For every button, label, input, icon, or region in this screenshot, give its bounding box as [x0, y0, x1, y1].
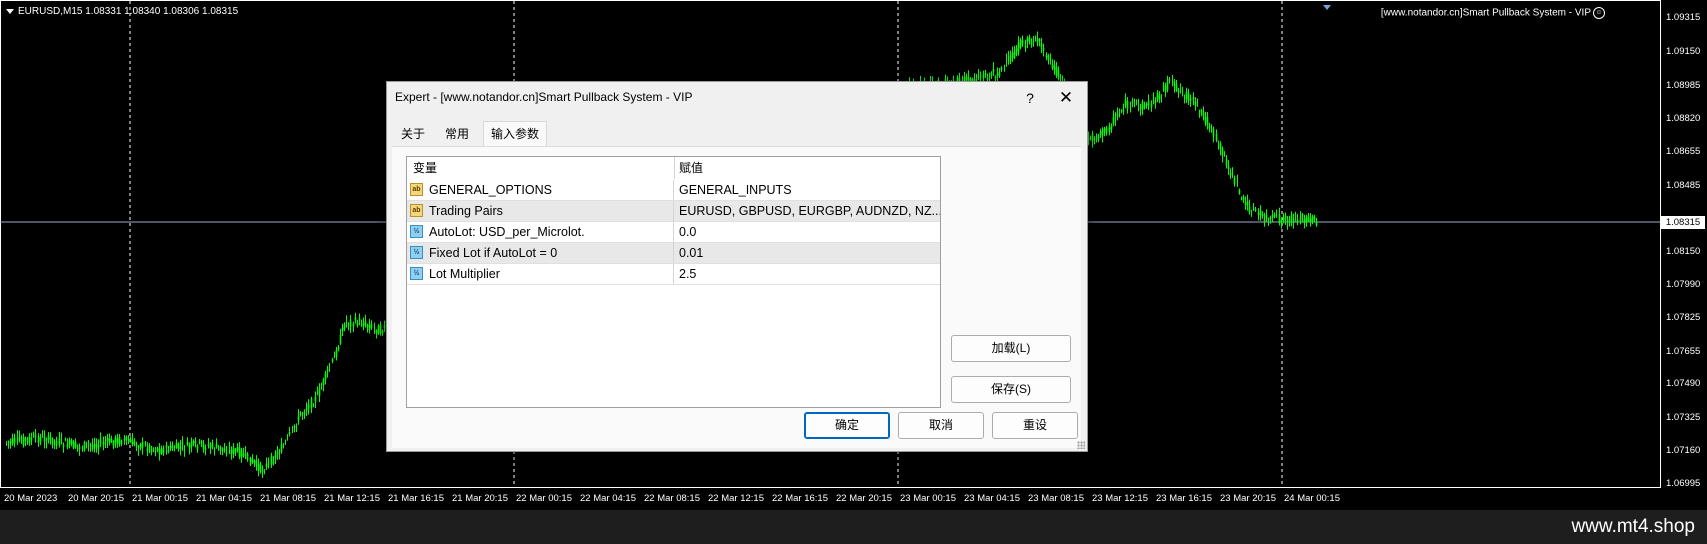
- parameter-name-text: Fixed Lot if AutoLot = 0: [429, 246, 558, 260]
- parameter-row[interactable]: ab Trading Pairs EURUSD, GBPUSD, EURGBP, …: [407, 201, 940, 222]
- time-tick-label: 21 Mar 12:15: [324, 493, 380, 504]
- parameter-row[interactable]: ½ AutoLot: USD_per_Microlot. 0.0: [407, 222, 940, 243]
- parameter-row[interactable]: ½ Fixed Lot if AutoLot = 0 0.01: [407, 243, 940, 264]
- time-tick-label: 21 Mar 16:15: [388, 493, 444, 504]
- input-parameters-grid[interactable]: 变量 赋值 ab GENERAL_OPTIONS GENERAL_INPUTS a…: [406, 156, 941, 408]
- number-type-icon: ½: [410, 246, 423, 259]
- parameter-value[interactable]: 0.01: [675, 243, 940, 263]
- parameter-value[interactable]: GENERAL_INPUTS: [675, 180, 940, 200]
- dialog-title: Expert - [www.notandor.cn]Smart Pullback…: [395, 90, 693, 104]
- parameter-name-text: GENERAL_OPTIONS: [429, 183, 552, 197]
- cancel-button[interactable]: 取消: [898, 412, 984, 439]
- period-marker-icon: [1323, 5, 1331, 10]
- expert-advisor-label[interactable]: [www.notandor.cn]Smart Pullback System -…: [1381, 7, 1605, 19]
- time-tick-label: 22 Mar 16:15: [772, 493, 828, 504]
- parameter-name-text: Trading Pairs: [429, 204, 503, 218]
- price-tick-label: 1.08150: [1666, 246, 1701, 257]
- time-tick-label: 22 Mar 08:15: [644, 493, 700, 504]
- parameter-name-text: Lot Multiplier: [429, 267, 500, 281]
- save-button[interactable]: 保存(S): [951, 376, 1071, 403]
- symbol-info-text: EURUSD,M15 1.08331 1.08340 1.08306 1.083…: [18, 6, 239, 17]
- time-tick-label: 22 Mar 20:15: [836, 493, 892, 504]
- symbol-info: EURUSD,M15 1.08331 1.08340 1.08306 1.083…: [6, 6, 238, 17]
- price-tick-label: 1.07325: [1666, 412, 1701, 423]
- column-header-value[interactable]: 赋值: [675, 157, 940, 179]
- resize-grip-icon[interactable]: [1077, 441, 1085, 449]
- time-tick-label: 23 Mar 16:15: [1156, 493, 1212, 504]
- expert-advisor-name: [www.notandor.cn]Smart Pullback System -…: [1380, 7, 1591, 19]
- price-tick-label: 1.08820: [1666, 113, 1701, 124]
- time-tick-label: 21 Mar 08:15: [260, 493, 316, 504]
- parameter-row[interactable]: ab GENERAL_OPTIONS GENERAL_INPUTS: [407, 180, 940, 201]
- parameter-value[interactable]: 2.5: [675, 264, 940, 284]
- string-type-icon: ab: [410, 204, 423, 217]
- time-tick-label: 22 Mar 04:15: [580, 493, 636, 504]
- help-button[interactable]: ?: [1015, 86, 1045, 110]
- time-axis: 20 Mar 2023 20 Mar 20:15 21 Mar 00:15 21 Ma…: [0, 488, 1663, 508]
- parameter-name[interactable]: ½ Fixed Lot if AutoLot = 0: [407, 243, 674, 263]
- price-tick-label: 1.08655: [1666, 146, 1701, 157]
- time-tick-label: 23 Mar 04:15: [964, 493, 1020, 504]
- string-type-icon: ab: [410, 183, 423, 196]
- number-type-icon: ½: [410, 267, 423, 280]
- number-type-icon: ½: [410, 225, 423, 238]
- triangle-down-icon[interactable]: [6, 8, 14, 14]
- current-price-marker: 1.08315: [1661, 216, 1705, 229]
- time-tick-label: 20 Mar 2023: [4, 493, 58, 504]
- close-button[interactable]: ✕: [1051, 86, 1081, 110]
- time-tick-label: 24 Mar 00:15: [1284, 493, 1340, 504]
- time-tick-label: 20 Mar 20:15: [68, 493, 124, 504]
- price-tick-label: 1.09315: [1666, 12, 1701, 23]
- tab-common[interactable]: 常用: [435, 122, 479, 146]
- parameter-name-text: AutoLot: USD_per_Microlot.: [429, 225, 585, 239]
- time-tick-label: 22 Mar 00:15: [516, 493, 572, 504]
- tab-inputs[interactable]: 输入参数: [483, 121, 547, 147]
- tab-about[interactable]: 关于: [395, 122, 431, 146]
- price-axis: 1.09315 1.09150 1.08985 1.08820 1.08655 1.084…: [1660, 0, 1707, 510]
- column-header-variable[interactable]: 变量: [407, 157, 674, 179]
- time-tick-label: 21 Mar 20:15: [452, 493, 508, 504]
- time-tick-label: 23 Mar 08:15: [1028, 493, 1084, 504]
- price-tick-label: 1.07825: [1666, 312, 1701, 323]
- price-tick-label: 1.09150: [1666, 46, 1701, 57]
- parameter-value[interactable]: EURUSD, GBPUSD, EURGBP, AUDNZD, NZ...: [675, 201, 940, 221]
- grid-header: 变量 赋值: [407, 157, 940, 179]
- price-tick-label: 1.08485: [1666, 180, 1701, 191]
- reset-button[interactable]: 重设: [992, 412, 1078, 439]
- price-tick-label: 1.07655: [1666, 346, 1701, 357]
- price-tick-label: 1.07490: [1666, 378, 1701, 389]
- parameter-name[interactable]: ½ Lot Multiplier: [407, 264, 674, 284]
- time-tick-label: 21 Mar 00:15: [132, 493, 188, 504]
- time-tick-label: 21 Mar 04:15: [196, 493, 252, 504]
- parameter-name[interactable]: ½ AutoLot: USD_per_Microlot.: [407, 222, 674, 242]
- price-tick-label: 1.07990: [1666, 279, 1701, 290]
- load-button[interactable]: 加载(L): [951, 335, 1071, 362]
- ok-button[interactable]: 确定: [804, 412, 890, 439]
- time-tick-label: 23 Mar 00:15: [900, 493, 956, 504]
- parameter-value[interactable]: 0.0: [675, 222, 940, 242]
- price-tick-label: 1.08985: [1666, 80, 1701, 91]
- price-tick-label: 1.07160: [1666, 445, 1701, 456]
- parameter-name[interactable]: ab GENERAL_OPTIONS: [407, 180, 674, 200]
- footer-bar: www.mt4.shop: [0, 510, 1707, 544]
- time-tick-label: 23 Mar 20:15: [1220, 493, 1276, 504]
- watermark: www.mt4.shop: [1571, 516, 1695, 537]
- price-tick-label: 1.06995: [1666, 478, 1701, 489]
- expert-properties-dialog: Expert - [www.notandor.cn]Smart Pullback…: [386, 81, 1088, 452]
- time-tick-label: 23 Mar 12:15: [1092, 493, 1148, 504]
- time-tick-label: 22 Mar 12:15: [708, 493, 764, 504]
- parameter-row[interactable]: ½ Lot Multiplier 2.5: [407, 264, 940, 285]
- parameter-name[interactable]: ab Trading Pairs: [407, 201, 674, 221]
- smiley-icon: ☺: [1593, 7, 1605, 19]
